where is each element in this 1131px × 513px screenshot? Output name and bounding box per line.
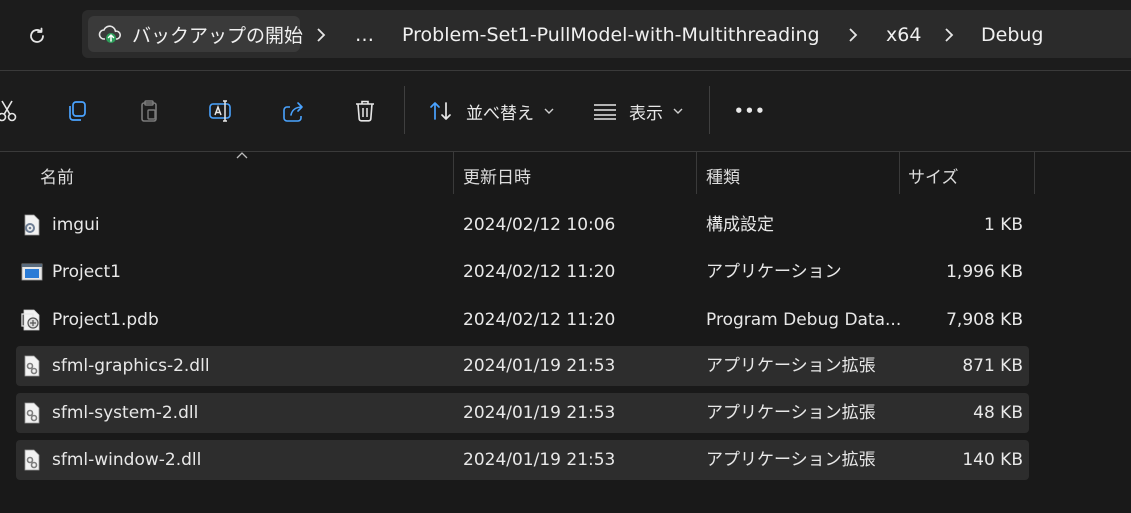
copy-icon <box>69 101 86 121</box>
share-button[interactable] <box>278 96 308 126</box>
trash-icon <box>356 100 374 122</box>
chevron-right-icon[interactable] <box>313 24 329 46</box>
file-row[interactable]: imgui 2024/02/12 10:06 構成設定 1 KB <box>16 205 1029 245</box>
file-name: sfml-system-2.dll <box>52 403 199 423</box>
file-modified: 2024/02/12 11:20 <box>463 262 616 282</box>
file-name: sfml-graphics-2.dll <box>52 356 210 376</box>
sort-label: 並べ替え <box>466 103 534 124</box>
config-file-icon <box>24 214 40 236</box>
view-label: 表示 <box>629 103 663 124</box>
sort-menu-button[interactable]: 並べ替え <box>428 96 554 126</box>
file-name: sfml-window-2.dll <box>52 450 202 470</box>
cloud-upload-icon <box>98 21 124 47</box>
copy-button[interactable] <box>62 96 92 126</box>
more-icon: ••• <box>734 102 766 120</box>
column-header-size[interactable]: サイズ <box>908 163 959 188</box>
breadcrumb-x64[interactable]: x64 <box>886 22 921 48</box>
sort-arrows-icon <box>430 102 451 120</box>
file-type: アプリケーション <box>706 262 842 282</box>
rename-button[interactable] <box>206 96 236 126</box>
file-name: Project1 <box>52 262 121 282</box>
clipboard-icon <box>141 100 157 122</box>
command-bar <box>0 71 1131 151</box>
chevron-right-icon[interactable] <box>845 24 861 46</box>
column-resize-handle[interactable] <box>453 152 454 194</box>
refresh-icon <box>30 27 44 43</box>
file-row[interactable]: Project1.pdb 2024/02/12 11:20 Program De… <box>16 300 1029 340</box>
rename-icon <box>209 100 231 122</box>
file-row-selected[interactable]: sfml-graphics-2.dll 2024/01/19 21:53 アプリ… <box>16 346 1029 386</box>
file-size: 1,996 KB <box>946 262 1023 282</box>
file-size: 140 KB <box>962 450 1023 470</box>
file-name: Project1.pdb <box>52 310 159 330</box>
list-view-icon <box>594 104 616 120</box>
file-name: imgui <box>52 215 100 235</box>
breadcrumb-overflow[interactable]: … <box>355 22 374 48</box>
file-modified: 2024/01/19 21:53 <box>463 403 616 423</box>
application-icon <box>21 263 43 281</box>
column-header-name[interactable]: 名前 <box>40 163 74 188</box>
delete-button[interactable] <box>350 96 380 126</box>
chevron-down-icon <box>544 108 554 114</box>
column-resize-handle[interactable] <box>1034 152 1035 194</box>
share-icon <box>283 102 303 122</box>
file-modified: 2024/02/12 11:20 <box>463 310 616 330</box>
breadcrumb-project-folder[interactable]: Problem-Set1-PullModel-with-Multithreadi… <box>402 22 820 48</box>
file-type: アプリケーション拡張 <box>706 356 876 376</box>
scissors-icon <box>0 100 17 122</box>
view-menu-button[interactable]: 表示 <box>592 96 683 126</box>
start-backup-button[interactable]: バックアップの開始 <box>88 16 304 52</box>
file-type: アプリケーション拡張 <box>706 450 876 470</box>
dll-file-icon <box>24 402 40 424</box>
toolbar-divider <box>404 86 405 134</box>
file-row-selected[interactable]: sfml-window-2.dll 2024/01/19 21:53 アプリケー… <box>16 440 1029 480</box>
more-options-button[interactable]: ••• <box>734 96 766 126</box>
column-resize-handle[interactable] <box>696 152 697 194</box>
file-size: 7,908 KB <box>946 310 1023 330</box>
column-header-type[interactable]: 種類 <box>706 163 740 188</box>
file-size: 871 KB <box>962 356 1023 376</box>
column-header-row <box>0 152 1131 196</box>
column-header-modified[interactable]: 更新日時 <box>463 163 531 188</box>
column-resize-handle[interactable] <box>899 152 900 194</box>
sort-ascending-icon <box>236 152 248 159</box>
file-row-selected[interactable]: sfml-system-2.dll 2024/01/19 21:53 アプリケー… <box>16 393 1029 433</box>
file-modified: 2024/01/19 21:53 <box>463 356 616 376</box>
breadcrumb-debug[interactable]: Debug <box>981 22 1043 48</box>
file-type: 構成設定 <box>706 215 774 235</box>
cut-button[interactable] <box>0 96 22 126</box>
file-size: 1 KB <box>983 215 1023 235</box>
file-type: Program Debug Data... <box>706 310 902 330</box>
paste-button[interactable] <box>134 96 164 126</box>
toolbar-divider <box>709 86 710 134</box>
chevron-right-icon[interactable] <box>941 24 957 46</box>
backup-label: バックアップの開始 <box>132 24 304 47</box>
file-modified: 2024/02/12 10:06 <box>463 215 616 235</box>
refresh-button[interactable] <box>22 22 52 50</box>
file-row[interactable]: Project1 2024/02/12 11:20 アプリケーション 1,996… <box>16 252 1029 292</box>
chevron-down-icon <box>673 108 683 114</box>
file-modified: 2024/01/19 21:53 <box>463 450 616 470</box>
file-type: アプリケーション拡張 <box>706 403 876 423</box>
file-size: 48 KB <box>973 403 1023 423</box>
pdb-file-icon <box>21 309 40 331</box>
dll-file-icon <box>24 355 40 377</box>
dll-file-icon <box>24 449 40 471</box>
